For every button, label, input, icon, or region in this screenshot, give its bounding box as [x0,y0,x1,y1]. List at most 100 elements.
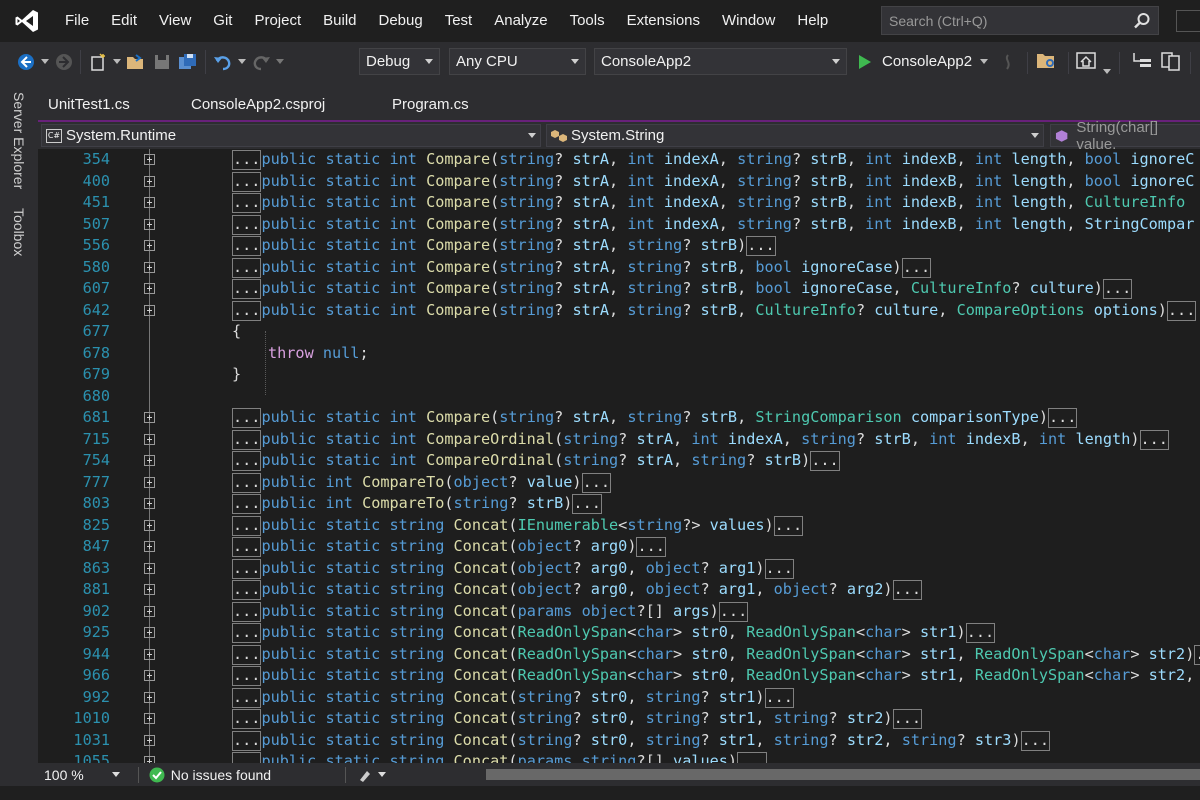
menu-help[interactable]: Help [786,0,839,42]
collapsed-region-marker[interactable]: ... [232,515,262,536]
tab-unittest1[interactable]: UnitTest1.cs [48,96,130,113]
collapsed-body-marker[interactable]: ... [572,494,602,514]
collapsed-region-marker[interactable]: ... [232,451,262,471]
collapsed-region-marker[interactable]: ... [232,580,262,600]
collapsed-body-marker[interactable]: ... [746,236,776,256]
collapsed-body-marker[interactable]: ... [1166,300,1197,321]
save-icon[interactable] [149,42,175,82]
save-all-icon[interactable] [175,42,201,82]
collapsed-body-marker[interactable]: ... [892,709,922,729]
expand-icon[interactable] [144,627,155,638]
expand-icon[interactable] [144,433,155,445]
collapsed-body-marker[interactable]: ... [764,558,794,579]
collapsed-region-marker[interactable]: ... [232,601,262,622]
code-line[interactable]: 580 ...public static int Compare(string? … [38,257,1200,279]
collapsed-region-marker[interactable]: ... [232,644,262,665]
brush-icon[interactable] [358,768,374,782]
expand-icon[interactable] [144,304,155,316]
menu-build[interactable]: Build [312,0,367,42]
menu-view[interactable]: View [148,0,202,42]
menu-file[interactable]: File [54,0,100,42]
startup-project-dropdown[interactable]: ConsoleApp2 [594,48,847,75]
expand-icon[interactable] [144,498,155,509]
expand-icon[interactable] [144,670,155,681]
expand-icon[interactable] [144,734,155,746]
code-line[interactable]: 777 ...public int CompareTo(object? value… [38,472,1200,494]
code-line[interactable]: 803 ...public int CompareTo(string? strB)… [38,493,1200,515]
code-line[interactable]: 881 ...public static string Concat(object… [38,579,1200,601]
chevron-down-icon[interactable] [236,42,248,82]
collapsed-region-marker[interactable]: ... [232,494,262,514]
configuration-dropdown[interactable]: Debug [359,48,440,75]
code-line[interactable]: 556 ...public static int Compare(string? … [38,235,1200,257]
collapsed-region-marker[interactable]: ... [232,537,262,557]
collapsed-region-marker[interactable]: ... [232,472,262,493]
chevron-down-icon[interactable] [111,771,120,778]
menu-extensions[interactable]: Extensions [616,0,711,42]
code-line[interactable]: 507 ...public static int Compare(string? … [38,214,1200,236]
collapsed-body-marker[interactable]: ... [773,515,804,536]
collapsed-body-marker[interactable]: ... [965,623,996,643]
expand-icon[interactable] [144,412,155,423]
code-line[interactable]: 680 [38,386,1200,408]
code-line[interactable]: 677 { [38,321,1200,343]
collapsed-region-marker[interactable]: ... [232,171,262,192]
menu-test[interactable]: Test [434,0,484,42]
collapsed-region-marker[interactable]: ... [232,623,262,643]
collapsed-body-marker[interactable]: ... [764,687,794,708]
navigate-back-icon[interactable] [14,42,38,82]
code-line[interactable]: 715 ...public static int CompareOrdinal(s… [38,429,1200,451]
expand-icon[interactable] [144,562,155,574]
expand-icon[interactable] [144,197,155,208]
step-into-icon[interactable] [1131,51,1153,75]
collapsed-body-marker[interactable]: ... [810,451,840,471]
code-line[interactable]: 966 ...public static string Concat(ReadOn… [38,665,1200,687]
code-line[interactable]: 944 ...public static string Concat(ReadOn… [38,644,1200,666]
assembly-dropdown[interactable]: C# System.Runtime [41,124,541,147]
browser-link-icon[interactable] [1076,51,1098,75]
expand-icon[interactable] [144,605,155,617]
expand-icon[interactable] [144,519,155,531]
expand-icon[interactable] [144,648,155,660]
hot-reload-icon[interactable] [1000,54,1016,74]
collapsed-region-marker[interactable]: ... [232,193,262,213]
expand-icon[interactable] [144,240,155,251]
collapsed-region-marker[interactable]: ... [232,300,262,321]
code-line[interactable]: 1031 ...public static string Concat(strin… [38,730,1200,752]
expand-icon[interactable] [144,218,155,230]
code-line[interactable]: 863 ...public static string Concat(object… [38,558,1200,580]
server-explorer-tab[interactable]: Server Explorer [11,92,27,189]
navigate-forward-icon[interactable] [52,42,76,82]
horizontal-scrollbar[interactable] [486,769,1200,780]
expand-icon[interactable] [144,584,155,595]
collapsed-body-marker[interactable]: ... [1048,408,1078,428]
collapsed-region-marker[interactable]: ... [232,150,262,170]
code-line[interactable]: 925 ...public static string Concat(ReadOn… [38,622,1200,644]
new-project-icon[interactable] [85,42,111,82]
code-line[interactable]: 678 throw null; [38,343,1200,365]
menu-project[interactable]: Project [243,0,312,42]
menu-git[interactable]: Git [202,0,243,42]
chevron-down-icon[interactable] [378,771,387,778]
folder-search-icon[interactable] [1036,52,1058,74]
collapsed-region-marker[interactable]: ... [232,257,262,278]
zoom-level[interactable]: 100 % [44,767,84,783]
expand-icon[interactable] [144,541,155,552]
collapsed-body-marker[interactable]: ... [1194,644,1200,665]
chevron-down-icon[interactable] [111,42,123,82]
collapsed-body-marker[interactable]: ... [636,537,666,557]
menu-debug[interactable]: Debug [368,0,434,42]
collapsed-region-marker[interactable]: ... [232,666,262,686]
collapsed-region-marker[interactable]: ... [232,709,262,729]
collapsed-body-marker[interactable]: ... [737,752,767,763]
redo-icon[interactable] [248,42,274,82]
code-editor[interactable]: 354 ...public static int Compare(string? … [38,149,1200,763]
tab-program[interactable]: Program.cs [392,96,469,113]
code-line[interactable]: 400 ...public static int Compare(string? … [38,171,1200,193]
collapsed-region-marker[interactable]: ... [232,214,262,235]
collapsed-region-marker[interactable]: ... [232,429,262,450]
expand-icon[interactable] [144,691,155,703]
code-line[interactable]: 354 ...public static int Compare(string? … [38,149,1200,171]
search-input[interactable]: Search (Ctrl+Q) [881,6,1159,35]
expand-icon[interactable] [144,283,155,294]
